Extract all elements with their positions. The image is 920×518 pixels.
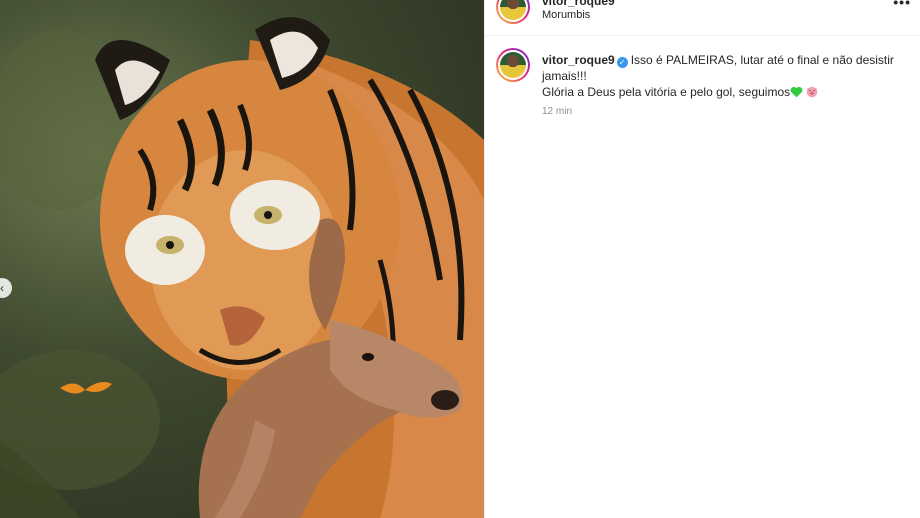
verified-badge-icon: ✓ [616,57,628,68]
comment-timestamp: 12 min [542,106,573,117]
header-username[interactable]: vitor_roque9 [542,0,615,8]
post-side-panel: vitor_roque9 Morumbis ••• vitor_roque9 ✓ I… [484,0,920,518]
pig-face-icon [806,86,818,98]
comment-avatar[interactable] [496,48,530,82]
green-heart-icon [790,86,803,98]
header-avatar[interactable] [496,0,530,24]
caption-comment: vitor_roque9 ✓ Isso é PALMEIRAS, lutar até… [542,52,912,100]
comment-username[interactable]: vitor_roque9 [542,53,615,67]
tiger-carrying-deer-image [0,17,484,518]
comment-text-line2: Glória a Deus pela vitória e pelo gol, s… [542,85,791,99]
more-horizontal-icon[interactable]: ••• [893,0,911,10]
header-location[interactable]: Morumbis [542,9,590,21]
post-photo: ‹ [0,0,484,518]
post-header: vitor_roque9 Morumbis ••• [485,0,920,36]
